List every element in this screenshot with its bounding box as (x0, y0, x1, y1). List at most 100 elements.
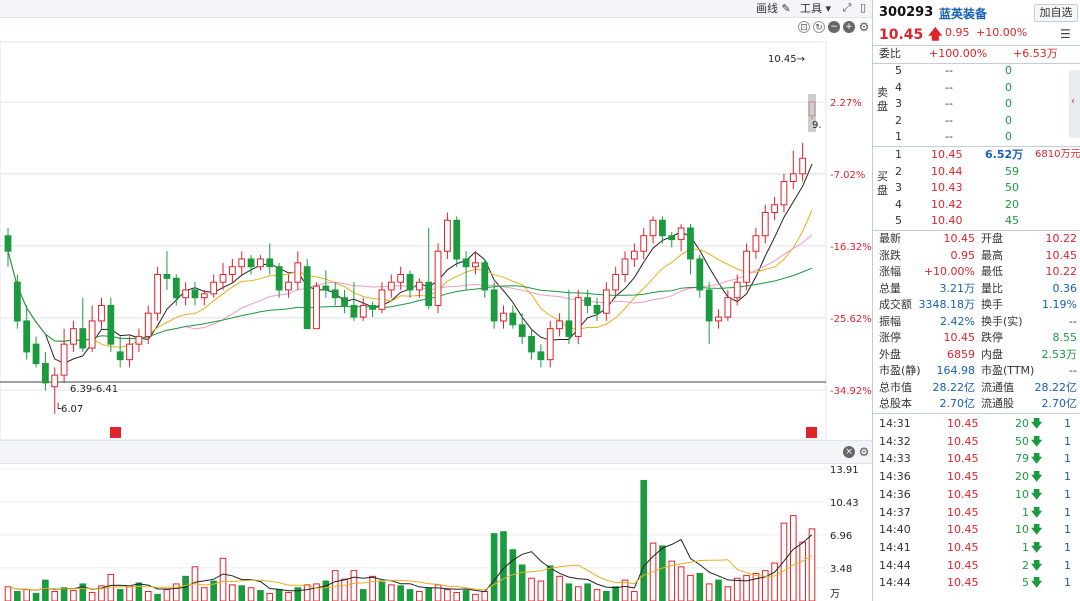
zoom-out-icon[interactable]: − (828, 21, 840, 33)
fullscreen-icon[interactable]: ⤢ (840, 1, 854, 15)
draw-line-button[interactable]: 画线 ✎ (756, 1, 791, 17)
candle-body (238, 258, 246, 268)
volume-bar (275, 589, 283, 601)
candle-body (415, 281, 423, 291)
collapse-tab[interactable]: ‹ (1069, 70, 1080, 138)
tick-price: 10.45 (947, 558, 979, 572)
volume-bar (528, 577, 535, 601)
buy-price: 10.40 (931, 214, 963, 227)
tick-row: 14:37 10.45 1 🡇 1 (873, 505, 1080, 522)
volume-bar (724, 586, 732, 601)
volume-bar (631, 591, 638, 601)
volume-bar (546, 565, 554, 601)
volume-bar (154, 593, 161, 601)
stat-value: 10.22 (1045, 232, 1078, 245)
candle-body (687, 227, 694, 260)
sell-row: 2 -- 0 (873, 113, 1080, 130)
volume-unit: 万 (830, 589, 840, 600)
zoom-in-icon[interactable]: + (843, 21, 855, 33)
candle-body (88, 320, 96, 349)
layout-icon[interactable]: ▯ (856, 1, 870, 15)
candle-body (612, 273, 620, 291)
tick-count: 1 (1064, 452, 1071, 466)
buy-price: 10.44 (931, 164, 963, 178)
buy-level: 4 (895, 197, 902, 211)
stat-label: 总市值 (879, 380, 912, 394)
lock-icon[interactable]: ⊡ (798, 21, 810, 33)
candle-body (677, 227, 685, 241)
stats-row: 最新 10.45 开盘 10.22 (873, 231, 1080, 248)
settings-icon[interactable]: ⚙ (858, 21, 870, 33)
sell-price: -- (945, 113, 953, 127)
volume-bar (60, 587, 68, 601)
buy-volume: 20 (1005, 197, 1019, 211)
candle-body (219, 273, 227, 283)
tick-count: 1 (1064, 505, 1071, 519)
candle-body (472, 262, 479, 268)
volume-bar (462, 590, 470, 601)
candle-body (154, 273, 161, 314)
candle-body (23, 320, 31, 353)
volume-bar (126, 586, 133, 601)
stat-value: 3348.18万 (918, 298, 976, 311)
truncated-label: 9. (812, 120, 822, 131)
stat-value: 2.42% (940, 314, 975, 328)
event-flag-icon (110, 427, 121, 438)
candle-body (60, 343, 68, 376)
tick-count: 1 (1064, 417, 1071, 430)
arrow-down-icon: 🡇 (1031, 576, 1043, 590)
refresh-icon[interactable]: ↻ (813, 21, 825, 33)
divider (873, 413, 1080, 414)
candle-body (32, 343, 40, 365)
kline-chart-area[interactable]: 画线 ✎ 工具 ▾ ⤢ ▯ ⊡ ↻ − + ⚙ 2.27% -7.02% -16.3… (0, 0, 872, 601)
axis-tick-label: 13.91 (830, 465, 859, 476)
candle-body (780, 181, 788, 206)
buy-price: 10.43 (931, 181, 963, 194)
tick-volume: 5 (1022, 576, 1029, 590)
stat-value: -- (1069, 314, 1077, 328)
tick-row: 14:32 10.45 50 🡇 1 (873, 434, 1080, 451)
volume-bar (537, 580, 545, 601)
volume-bar (518, 564, 526, 601)
volume-bar (219, 557, 227, 601)
stats-row: 涨停 10.45 跌停 8.55 (873, 330, 1080, 347)
menu-icon[interactable]: ☰ (1060, 27, 1071, 41)
arrow-down-icon: 🡇 (1031, 540, 1043, 554)
add-watchlist-button[interactable]: 加自选 (1034, 4, 1078, 22)
volume-bar (761, 570, 769, 601)
volume-bar (257, 590, 264, 601)
sell-price: -- (945, 64, 953, 77)
tick-volume: 1 (1022, 505, 1029, 519)
volume-bar (789, 515, 797, 601)
tick-volume: 20 (1015, 470, 1029, 484)
stat-label: 涨幅 (879, 265, 901, 278)
candle-body (705, 289, 713, 322)
buy-row: 3 10.43 50 (873, 180, 1080, 197)
tick-count: 1 (1064, 540, 1071, 554)
stats-row: 振幅 2.42% 换手(实) -- (873, 314, 1080, 331)
candle-body (453, 219, 461, 260)
volume-bar (23, 589, 31, 601)
candle-body (715, 316, 722, 322)
volume-bar (668, 560, 676, 601)
volume-bar (238, 585, 246, 601)
weibi-row: 委比 +100.00% +6.53万 (873, 46, 1080, 63)
tools-menu[interactable]: 工具 ▾ (800, 1, 831, 17)
stat-value: 10.45 (943, 232, 976, 245)
volume-bar (696, 572, 704, 601)
candle-body (771, 204, 779, 214)
volume-bar (593, 589, 601, 601)
volume-bar (201, 587, 208, 601)
event-flag-icon (806, 427, 817, 438)
stat-label: 跌停 (981, 331, 1003, 344)
candle-body (191, 289, 199, 299)
volume-bar (687, 574, 694, 601)
stat-label: 总股本 (879, 397, 912, 410)
sell-row: 1 -- 0 (873, 129, 1080, 146)
volume-bar (715, 579, 722, 601)
buy-level: 3 (895, 181, 902, 194)
sell-volume: 0 (1005, 80, 1012, 94)
volume-bar (369, 575, 376, 601)
volume-bar (32, 592, 40, 601)
sell-level: 4 (895, 80, 902, 94)
